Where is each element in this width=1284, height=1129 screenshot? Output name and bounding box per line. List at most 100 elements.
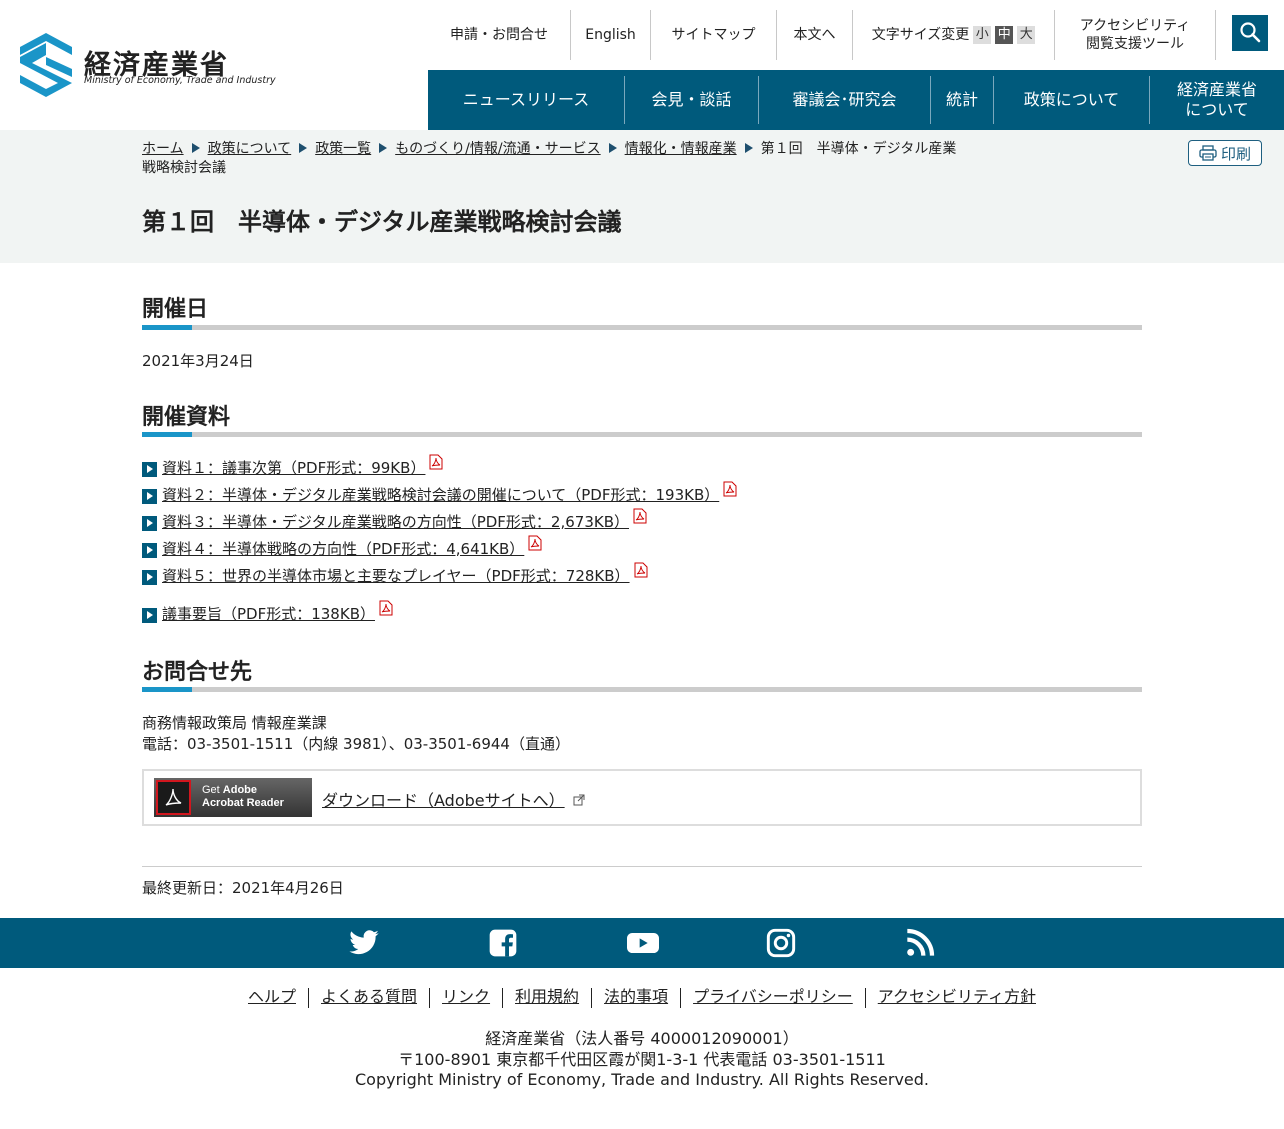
breadcrumb-monozukuri[interactable]: ものづくり/情報/流通・サービス	[395, 141, 600, 157]
facebook-icon	[489, 929, 517, 957]
material-item: 資料４：半導体戦略の方向性（PDF形式：4,641KB）	[142, 535, 542, 559]
search-button[interactable]	[1232, 15, 1268, 51]
last-updated: 最終更新日：2021年4月26日	[142, 879, 344, 897]
instagram-icon	[766, 928, 796, 958]
print-button[interactable]: 印刷	[1188, 140, 1262, 166]
twitter-link[interactable]	[347, 927, 381, 959]
get-adobe-reader-badge[interactable]: Get Adobe Acrobat Reader	[154, 778, 312, 817]
adobe-reader-box: Get Adobe Acrobat Reader ダウンロード（Adobeサイト…	[142, 769, 1142, 826]
breadcrumb-policy[interactable]: 政策について	[208, 141, 292, 157]
breadcrumb-arrow-icon	[299, 143, 308, 153]
gnav-policy[interactable]: 政策について	[994, 70, 1149, 130]
breadcrumb-arrow-icon	[379, 143, 388, 153]
material-link-1[interactable]: 資料１：議事次第（PDF形式：99KB）	[162, 457, 425, 478]
pdf-icon	[528, 535, 542, 551]
footer-links-link[interactable]: リンク	[430, 987, 502, 1007]
printer-icon	[1199, 145, 1217, 161]
material-item: 資料１：議事次第（PDF形式：99KB）	[142, 454, 443, 478]
pdf-icon	[429, 454, 443, 470]
breadcrumb-arrow-icon	[608, 143, 617, 153]
logo-text-en: Ministry of Economy, Trade and Industry	[84, 75, 276, 86]
gnav-about-line-2: について	[1185, 100, 1249, 119]
site-header: 経済産業省 Ministry of Economy, Trade and Ind…	[0, 0, 1284, 130]
footer-help-link[interactable]: ヘルプ	[236, 987, 308, 1007]
heading-underline	[142, 432, 1142, 437]
material-item: 資料５：世界の半導体市場と主要なプレイヤー（PDF形式：728KB）	[142, 562, 648, 586]
material-link-3[interactable]: 資料３：半導体・デジタル産業戦略の方向性（PDF形式：2,673KB）	[162, 511, 629, 532]
title-band: ホーム 政策について 政策一覧 ものづくり/情報/流通・サービス 情報化・情報産業 第１回…	[0, 130, 1284, 263]
font-size-label: 文字サイズ変更	[871, 27, 970, 43]
sitemap-link[interactable]: サイトマップ	[651, 10, 776, 60]
heading-materials: 開催資料	[142, 405, 231, 430]
font-size-large-button[interactable]: 大	[1017, 26, 1036, 44]
heading-underline	[142, 687, 1142, 692]
meeting-date: 2021年3月24日	[142, 352, 254, 370]
footer-accessibility-link[interactable]: アクセシビリティ方針	[866, 987, 1048, 1007]
twitter-icon	[349, 930, 379, 955]
footer-faq-link[interactable]: よくある質問	[309, 987, 429, 1007]
link-arrow-icon	[142, 461, 157, 477]
footer-info: 経済産業省（法人番号 4000012090001） 〒100-8901 東京都千…	[0, 1029, 1284, 1091]
contact-phone: 電話：03-3501-1511（内線 3981）、03-3501-6944（直通…	[142, 735, 570, 753]
contact-dept: 商務情報政策局 情報産業課	[142, 714, 327, 732]
footer-copyright: Copyright Ministry of Economy, Trade and…	[354, 1070, 929, 1089]
heading-underline	[142, 325, 1142, 330]
breadcrumb-info-industry[interactable]: 情報化・情報産業	[625, 141, 737, 157]
gnav-about-meti[interactable]: 経済産業省 について	[1150, 70, 1284, 130]
social-bar	[0, 918, 1284, 968]
material-link-5[interactable]: 資料５：世界の半導体市場と主要なプレイヤー（PDF形式：728KB）	[162, 565, 630, 586]
adobe-download-link-wrap: ダウンロード（Adobeサイトへ）	[322, 787, 585, 811]
youtube-icon	[627, 933, 659, 953]
footer-privacy-link[interactable]: プライバシーポリシー	[681, 987, 865, 1007]
footer-address: 〒100-8901 東京都千代田区霞が関1-3-1 代表電話 03-3501-1…	[398, 1049, 886, 1069]
instagram-link[interactable]	[764, 927, 798, 959]
accessibility-tool-link[interactable]: アクセシビリティ 閲覧支援ツール	[1055, 10, 1215, 60]
link-arrow-icon	[142, 569, 157, 585]
divider	[142, 866, 1142, 867]
font-size-control: 文字サイズ変更 小 中 大	[853, 10, 1054, 60]
search-icon	[1240, 22, 1261, 43]
material-item: 資料２：半導体・デジタル産業戦略検討会議の開催について（PDF形式：193KB）	[142, 481, 737, 505]
pdf-icon	[633, 508, 647, 524]
site-logo[interactable]: 経済産業省 Ministry of Economy, Trade and Ind…	[20, 33, 276, 97]
footer-terms-link[interactable]: 利用規約	[503, 987, 591, 1007]
breadcrumb-arrow-icon	[744, 143, 753, 153]
gnav-about-line-1: 経済産業省	[1176, 80, 1257, 99]
pdf-icon	[634, 562, 648, 578]
skip-to-body-link[interactable]: 本文へ	[777, 10, 852, 60]
footer-legal-link[interactable]: 法的事項	[592, 987, 680, 1007]
rss-link[interactable]	[903, 927, 937, 959]
meti-logo-icon	[20, 33, 72, 97]
gnav-press-conference[interactable]: 会見・談話	[625, 70, 758, 130]
accessibility-line-2: 閲覧支援ツール	[1086, 36, 1184, 52]
badge-line-1: Get Adobe	[202, 784, 258, 796]
gnav-news-release[interactable]: ニュースリリース	[428, 70, 624, 130]
accessibility-line-1: アクセシビリティ	[1079, 18, 1191, 34]
pdf-icon	[723, 481, 737, 497]
font-size-medium-button[interactable]: 中	[995, 26, 1014, 44]
badge-line-2: Acrobat Reader	[202, 797, 284, 809]
material-link-2[interactable]: 資料２：半導体・デジタル産業戦略検討会議の開催について（PDF形式：193KB）	[162, 484, 719, 505]
adobe-download-link[interactable]: ダウンロード（Adobeサイトへ）	[322, 791, 565, 810]
heading-contact: お問合せ先	[142, 660, 253, 685]
english-link[interactable]: English	[571, 10, 650, 60]
breadcrumb-home[interactable]: ホーム	[142, 141, 184, 157]
facebook-link[interactable]	[486, 927, 520, 959]
link-arrow-icon	[142, 607, 157, 623]
summary-link[interactable]: 議事要旨（PDF形式：138KB）	[162, 603, 375, 624]
youtube-link[interactable]	[625, 927, 659, 959]
breadcrumb-arrow-icon	[191, 143, 200, 153]
print-label: 印刷	[1220, 144, 1251, 163]
contact-link[interactable]: 申請・お問合せ	[430, 10, 568, 60]
breadcrumb-policy-list[interactable]: 政策一覧	[315, 141, 371, 157]
breadcrumb: ホーム 政策について 政策一覧 ものづくり/情報/流通・サービス 情報化・情報産業 第１回…	[142, 140, 962, 178]
material-item: 議事要旨（PDF形式：138KB）	[142, 600, 393, 624]
footer-org: 経済産業省（法人番号 4000012090001）	[485, 1029, 799, 1048]
gnav-council[interactable]: 審議会･研究会	[759, 70, 930, 130]
heading-date: 開催日	[142, 297, 209, 322]
material-link-4[interactable]: 資料４：半導体戦略の方向性（PDF形式：4,641KB）	[162, 538, 524, 559]
gnav-statistics[interactable]: 統計	[931, 70, 993, 130]
material-item: 資料３：半導体・デジタル産業戦略の方向性（PDF形式：2,673KB）	[142, 508, 647, 532]
font-size-small-button[interactable]: 小	[973, 26, 992, 44]
link-arrow-icon	[142, 542, 157, 558]
